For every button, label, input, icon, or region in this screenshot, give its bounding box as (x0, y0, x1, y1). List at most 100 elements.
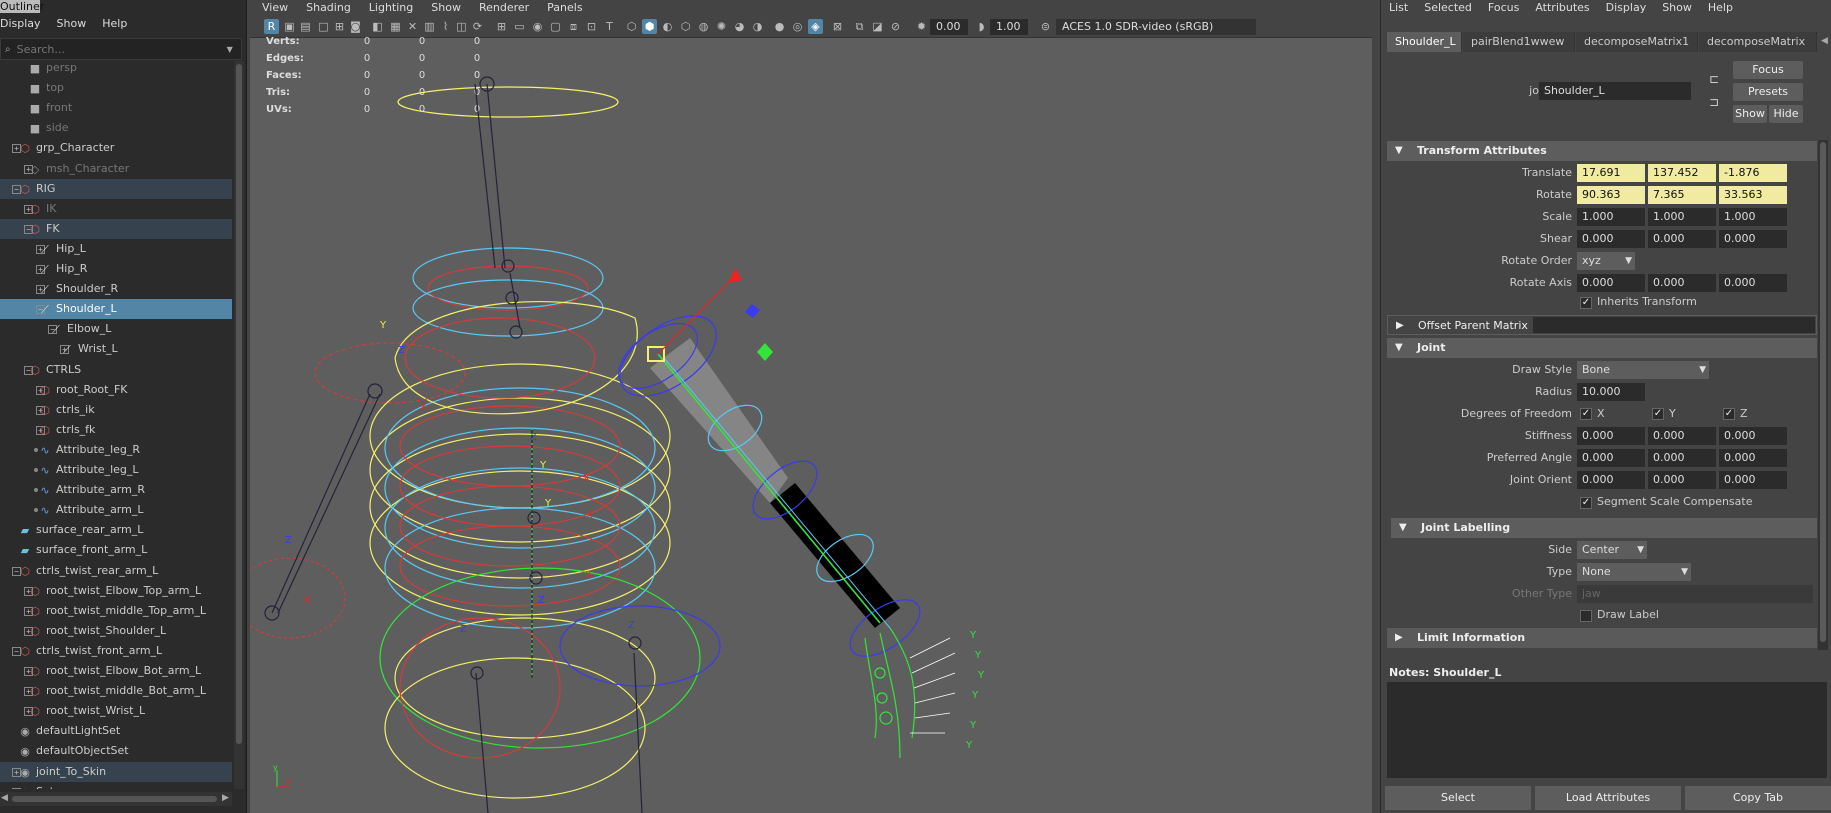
viewport-panel[interactable]: View Shading Lighting Show Renderer Pane… (250, 0, 1372, 813)
menu-show[interactable]: Show (57, 14, 87, 34)
outliner-item[interactable]: − ⬡ RIG (0, 178, 232, 199)
show-button[interactable]: Show (1733, 105, 1767, 123)
snapshot-icon[interactable]: ◙ (348, 19, 363, 34)
copy-tab-button[interactable]: Copy Tab (1685, 786, 1831, 810)
shear-x-field[interactable]: 0.000 (1577, 230, 1645, 248)
select-camera-icon[interactable]: R (264, 19, 279, 34)
section-limit-information[interactable]: ▶ Limit Information (1387, 628, 1817, 648)
film-gate-toggle-icon[interactable]: ▭ (512, 19, 527, 34)
outliner-item[interactable]: ∿ Attribute_leg_L (0, 460, 232, 480)
outliner-item[interactable]: + ⟋ Wrist_L (0, 339, 232, 359)
stiffness-x-field[interactable]: 0.000 (1577, 427, 1645, 445)
exposure-icon[interactable]: ✹ (914, 19, 929, 34)
rotate-axis-y-field[interactable]: 0.000 (1648, 274, 1716, 292)
smooth-shade-icon[interactable]: ⬢ (642, 19, 657, 34)
gate-mask-toggle-icon[interactable]: ▢ (548, 19, 563, 34)
scale-z-field[interactable]: 1.000 (1719, 208, 1787, 226)
grid-toggle-icon[interactable]: ⊞ (494, 19, 509, 34)
outliner-item[interactable]: + ⬡ root_twist_Shoulder_L (0, 621, 232, 641)
tab-pairblend[interactable]: pairBlend1wwew (1463, 32, 1575, 52)
preferred-angle-x-field[interactable]: 0.000 (1577, 449, 1645, 467)
color-management-icon[interactable]: ⊜ (1038, 19, 1053, 34)
stiffness-y-field[interactable]: 0.000 (1648, 427, 1716, 445)
offset-parent-matrix-field[interactable] (1533, 317, 1815, 333)
safe-action-icon[interactable]: ⌇ (438, 19, 453, 34)
outliner-item[interactable]: ▰ surface_front_arm_L (0, 540, 232, 560)
xray-active-icon[interactable]: ◪ (870, 19, 885, 34)
outliner-item[interactable]: + ⬡ root_twist_Wrist_L (0, 701, 232, 721)
menu-show[interactable]: Show (431, 0, 461, 16)
resolution-toggle-icon[interactable]: ◉ (530, 19, 545, 34)
select-button[interactable]: Select (1385, 786, 1531, 810)
menu-show[interactable]: Show (1662, 0, 1692, 16)
outliner-item[interactable]: ■ persp (0, 61, 232, 78)
joint-orient-x-field[interactable]: 0.000 (1577, 471, 1645, 489)
outliner-item[interactable]: − ⬡ CTRLS (0, 360, 232, 380)
section-transform[interactable]: ▼ Transform Attributes (1387, 141, 1817, 161)
scale-y-field[interactable]: 1.000 (1648, 208, 1716, 226)
shadows-icon[interactable]: ✺ (714, 19, 729, 34)
outliner-item[interactable]: ■ side (0, 118, 232, 138)
color-space-dropdown[interactable]: ACES 1.0 SDR-video (sRGB) (1056, 19, 1256, 35)
outliner-hscroll-thumb[interactable] (12, 796, 217, 802)
outliner-search[interactable]: ⌕ ▼ (0, 38, 242, 60)
rotate-y-field[interactable]: 7.365 (1648, 186, 1716, 204)
scale-x-field[interactable]: 1.000 (1577, 208, 1645, 226)
shear-y-field[interactable]: 0.000 (1648, 230, 1716, 248)
field-chart-icon[interactable]: ▥ (422, 19, 437, 34)
outliner-item[interactable]: ∿ Attribute_arm_L (0, 500, 232, 520)
backface-icon[interactable]: ⊘ (888, 19, 903, 34)
tab-decomposematrix1[interactable]: decomposeMatrix1 (1576, 32, 1698, 52)
motion-blur-icon[interactable]: ◑ (750, 19, 765, 34)
bookmark-icon[interactable]: ▤ (298, 19, 313, 34)
radius-field[interactable]: 10.000 (1577, 383, 1645, 401)
shear-z-field[interactable]: 0.000 (1719, 230, 1787, 248)
outliner-item[interactable]: ■ top (0, 78, 232, 98)
gate-mask-icon[interactable]: ✕ (405, 19, 420, 34)
outliner-item[interactable]: + ⬡ root_twist_middle_Top_arm_L (0, 601, 232, 621)
dof-z-checkbox[interactable]: ✓ (1723, 408, 1735, 420)
textured-icon[interactable]: ⬡ (678, 19, 693, 34)
outliner-item[interactable]: − ⬡ ctrls_twist_front_arm_L (0, 641, 232, 661)
outliner-item[interactable]: + ⬡ IK (0, 199, 232, 219)
menu-help[interactable]: Help (1708, 0, 1733, 16)
menu-lighting[interactable]: Lighting (369, 0, 413, 16)
ae-scroll-thumb[interactable] (1820, 142, 1826, 642)
lighting-icon[interactable]: ◍ (696, 19, 711, 34)
resolution-gate-icon[interactable]: ▦ (388, 19, 403, 34)
grid-icon[interactable]: ⊞ (332, 19, 347, 34)
scroll-right-icon[interactable]: ▶ (222, 793, 229, 803)
outliner-item[interactable]: + ⬡ ctrls_fk (0, 420, 232, 440)
outliner-item[interactable]: + ⬡ root_twist_middle_Bot_arm_L (0, 681, 232, 701)
section-joint-labelling[interactable]: ▼ Joint Labelling (1391, 518, 1817, 538)
pan-zoom-icon[interactable]: ⟳ (470, 19, 485, 34)
translate-x-field[interactable]: 17.691 (1577, 164, 1645, 182)
outliner-item[interactable]: ◉ defaultObjectSet (0, 741, 232, 761)
gamma-icon[interactable]: ◗ (974, 19, 989, 34)
outliner-item[interactable]: + ⬡ root_twist_Elbow_Bot_arm_L (0, 661, 232, 681)
film-gate-icon[interactable]: ◧ (370, 19, 385, 34)
outliner-item[interactable]: +◉Sets (0, 782, 232, 789)
outliner-item[interactable]: − ⟋ Elbow_L (0, 319, 232, 339)
translate-y-field[interactable]: 137.452 (1648, 164, 1716, 182)
menu-attributes[interactable]: Attributes (1535, 0, 1589, 16)
gamma-field[interactable]: 1.00 (990, 19, 1028, 35)
outliner-item[interactable]: ■ front (0, 98, 232, 118)
anti-alias-icon[interactable]: ● (772, 19, 787, 34)
xray-joints-icon[interactable]: ⧉ (852, 19, 867, 34)
tab-decomposematrix[interactable]: decomposeMatrix (1699, 32, 1817, 52)
safe-title-icon[interactable]: ◫ (454, 19, 469, 34)
draw-style-dropdown[interactable]: Bone ▼ (1577, 361, 1709, 379)
preferred-angle-y-field[interactable]: 0.000 (1648, 449, 1716, 467)
menu-display[interactable]: Display (1606, 0, 1647, 16)
outliner-item[interactable]: + ◉ joint_To_Skin (0, 761, 232, 782)
outliner-item[interactable]: + ⬡ grp_Character (0, 138, 232, 158)
outliner-item[interactable]: ▰ surface_rear_arm_L (0, 520, 232, 540)
screen-space-ao-icon[interactable]: ◕ (732, 19, 747, 34)
section-joint[interactable]: ▼ Joint (1387, 338, 1817, 358)
image-plane-icon[interactable]: □ (316, 19, 331, 34)
outliner-scroll-thumb[interactable] (236, 64, 242, 744)
menu-shading[interactable]: Shading (306, 0, 351, 16)
outliner-item[interactable]: + ⬡ root_twist_Elbow_Top_arm_L (0, 581, 232, 601)
isolate-select-icon[interactable]: ◈ (808, 19, 823, 34)
